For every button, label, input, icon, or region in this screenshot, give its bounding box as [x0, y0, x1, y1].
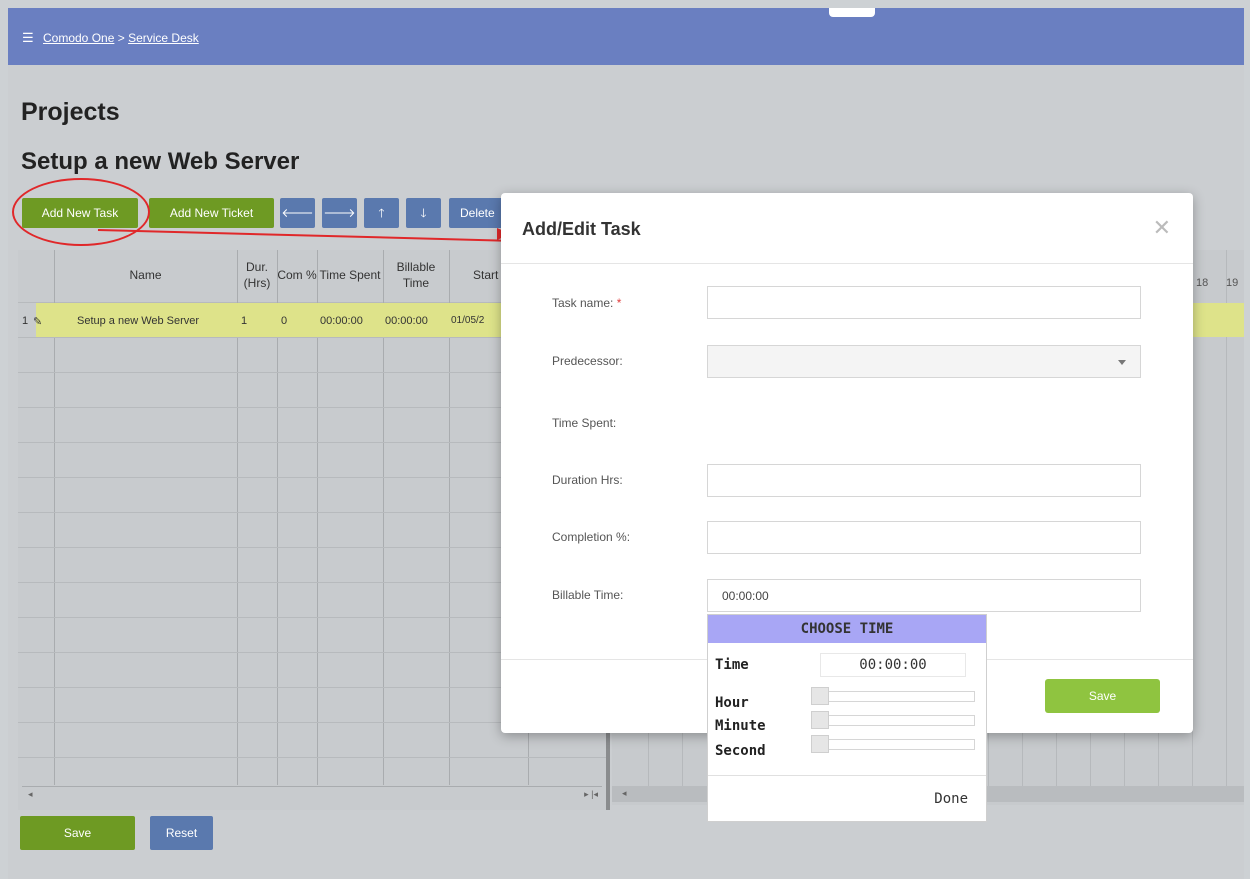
scroll-right-icon[interactable]: ▸ |◂ — [584, 789, 598, 800]
grid-horizontal-scrollbar[interactable]: ◂ ▸ |◂ — [22, 786, 602, 803]
breadcrumb-root-link[interactable]: Comodo One — [43, 31, 114, 45]
breadcrumb-separator: > — [117, 31, 125, 45]
time-picker-time-label: Time — [715, 657, 749, 673]
move-up-button[interactable]: 🡑 — [364, 198, 399, 228]
dialog-title: Add/Edit Task — [522, 219, 641, 239]
duration-label: Duration Hrs: — [552, 473, 623, 487]
time-picker-title: CHOOSE TIME — [708, 615, 986, 643]
arrow-left-icon: 🡐 — [281, 206, 314, 220]
arrow-up-icon: 🡑 — [378, 206, 385, 220]
completion-label: Completion %: — [552, 530, 631, 544]
predecessor-select[interactable] — [707, 345, 1141, 378]
grid-header-duration[interactable]: Dur. (Hrs) — [237, 250, 277, 302]
gantt-scroll-left-icon[interactable]: ◂ — [622, 788, 627, 799]
move-left-button[interactable]: 🡐 — [280, 198, 315, 228]
grid-header-completion[interactable]: Com % — [277, 250, 317, 302]
time-spent-label: Time Spent: — [552, 416, 617, 430]
dialog-save-button[interactable]: Save — [1045, 679, 1160, 713]
time-picker-divider — [708, 775, 986, 776]
minute-slider[interactable] — [811, 711, 975, 729]
second-slider-handle[interactable] — [811, 735, 829, 753]
hamburger-menu-icon[interactable]: ☰ — [22, 30, 34, 45]
completion-input[interactable] — [707, 521, 1141, 554]
page-heading: Projects — [21, 98, 120, 126]
scroll-left-icon[interactable]: ◂ — [28, 789, 33, 800]
row-number: 1 — [22, 315, 29, 327]
hour-slider[interactable] — [811, 687, 975, 705]
dialog-header: Add/Edit Task ✕ — [501, 193, 1193, 264]
task-name-input[interactable] — [707, 286, 1141, 319]
required-marker: * — [616, 296, 622, 310]
edit-row-icon[interactable]: ✎ — [33, 315, 42, 328]
billable-time-input[interactable] — [707, 579, 1141, 612]
gantt-day-number: 18 — [1196, 277, 1209, 289]
project-title: Setup a new Web Server — [21, 148, 300, 175]
minute-label: Minute — [715, 718, 766, 734]
second-slider[interactable] — [811, 735, 975, 753]
second-label: Second — [715, 743, 766, 759]
top-header-bar: ☰ Comodo One > Service Desk — [8, 8, 1244, 65]
duration-input[interactable] — [707, 464, 1141, 497]
done-button[interactable]: Done — [934, 791, 968, 807]
arrow-right-icon: 🡒 — [323, 206, 356, 220]
row-completion[interactable]: 0 — [281, 315, 287, 327]
close-icon[interactable]: ✕ — [1153, 215, 1171, 241]
delete-button[interactable]: Delete — [449, 198, 509, 228]
row-time-spent[interactable]: 00:00:00 — [320, 315, 363, 327]
move-right-button[interactable]: 🡒 — [322, 198, 357, 228]
chevron-down-icon — [1118, 360, 1126, 365]
gantt-day-number: 19 — [1226, 277, 1239, 289]
collapse-tab[interactable] — [829, 8, 875, 17]
time-picker-popup: CHOOSE TIME Time 00:00:00 Hour Minute Se… — [707, 614, 987, 822]
add-new-ticket-button[interactable]: Add New Ticket — [149, 198, 274, 228]
breadcrumb-current-link[interactable]: Service Desk — [128, 31, 199, 45]
billable-time-label: Billable Time: — [552, 588, 624, 602]
minute-slider-handle[interactable] — [811, 711, 829, 729]
reset-button[interactable]: Reset — [150, 816, 213, 850]
grid-header-billable[interactable]: Billable Time — [383, 250, 449, 302]
grid-header-name[interactable]: Name — [54, 250, 237, 302]
predecessor-label: Predecessor: — [552, 354, 623, 368]
annotation-circle — [12, 178, 150, 246]
grid-header-time-spent[interactable]: Time Spent — [317, 250, 383, 302]
breadcrumb: ☰ Comodo One > Service Desk — [22, 30, 199, 46]
save-button[interactable]: Save — [20, 816, 135, 850]
time-picker-value: 00:00:00 — [820, 653, 966, 677]
row-billable-time[interactable]: 00:00:00 — [385, 315, 428, 327]
hour-slider-handle[interactable] — [811, 687, 829, 705]
row-task-name[interactable]: Setup a new Web Server — [77, 315, 199, 327]
move-down-button[interactable]: 🡓 — [406, 198, 441, 228]
row-start-date[interactable]: 01/05/2 — [451, 315, 484, 326]
task-name-label: Task name: * — [552, 296, 622, 310]
row-divider — [18, 757, 610, 758]
hour-label: Hour — [715, 695, 749, 711]
row-duration[interactable]: 1 — [241, 315, 247, 327]
arrow-down-icon: 🡓 — [420, 206, 427, 220]
